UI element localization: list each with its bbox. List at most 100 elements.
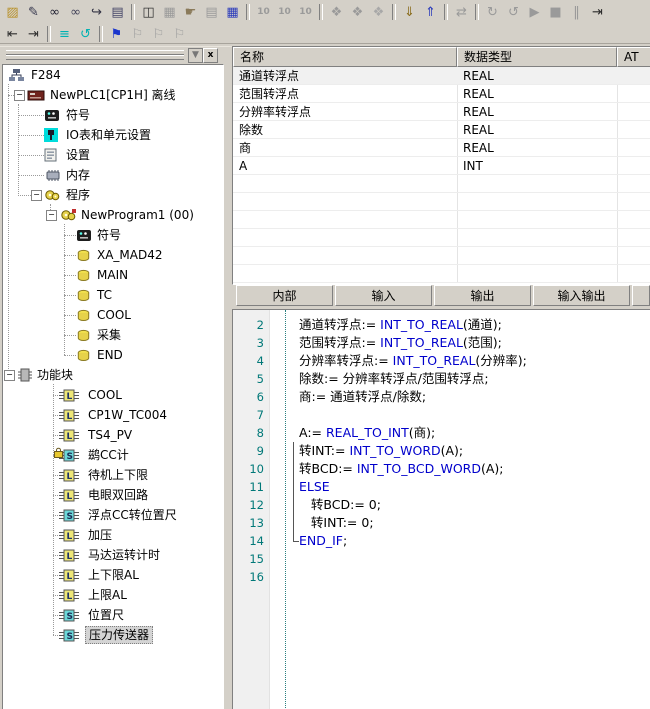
- table-row[interactable]: 商REAL: [233, 139, 650, 157]
- table-empty-row[interactable]: [233, 247, 650, 265]
- run-to-end-icon[interactable]: ⇥: [587, 3, 608, 21]
- verify-icon[interactable]: ⇄: [451, 3, 472, 21]
- goto-icon[interactable]: ↪: [86, 3, 107, 21]
- var-type-cell: REAL: [457, 121, 623, 139]
- bookmark-gray3-icon[interactable]: ⚐: [169, 25, 190, 43]
- run-icon[interactable]: ▶: [524, 3, 545, 21]
- grid-icon[interactable]: ▦: [159, 3, 180, 21]
- table-row[interactable]: AINT: [233, 157, 650, 175]
- tree-item[interactable]: MAIN: [3, 265, 223, 285]
- table-empty-row[interactable]: [233, 229, 650, 247]
- tree-item[interactable]: 内存: [3, 165, 223, 185]
- edit-icon[interactable]: ✎: [23, 3, 44, 21]
- tree-item[interactable]: S位置尺: [3, 605, 223, 625]
- paste-icon[interactable]: ▨: [2, 3, 23, 21]
- table-row[interactable]: 通道转浮点REAL: [233, 67, 650, 85]
- work-online-icon[interactable]: ↻: [482, 3, 503, 21]
- tree-item[interactable]: LCP1W_TC004: [3, 405, 223, 425]
- fb-l-icon: L: [58, 528, 79, 542]
- project-tree[interactable]: F284−NewPLC1[CP1H] 离线符号IO表和单元设置设置内存−程序−N…: [2, 64, 224, 709]
- tree-item[interactable]: LTS4_PV: [3, 425, 223, 445]
- tree-item[interactable]: L电眼双回路: [3, 485, 223, 505]
- time-chart-icon[interactable]: ❖: [368, 3, 389, 21]
- window-icon[interactable]: ◫: [138, 3, 159, 21]
- tree-item[interactable]: 采集: [3, 325, 223, 345]
- st-code-text: 转BCD:=: [299, 461, 357, 476]
- monitor-mode-icon[interactable]: ↺: [503, 3, 524, 21]
- var-tab-internal[interactable]: 内部: [236, 285, 333, 306]
- expand-toggle[interactable]: −: [31, 190, 42, 201]
- revert-list-icon[interactable]: ↺: [75, 25, 96, 43]
- io-dialog-icon[interactable]: ▦: [222, 3, 243, 21]
- tree-item[interactable]: XA_MAD42: [3, 245, 223, 265]
- var-tab-input[interactable]: 输入: [335, 285, 432, 306]
- table-row[interactable]: 范围转浮点REAL: [233, 85, 650, 103]
- tree-item-label: 功能块: [34, 367, 76, 383]
- tree-item[interactable]: 设置: [3, 145, 223, 165]
- table-empty-row[interactable]: [233, 265, 650, 283]
- column-header[interactable]: AT: [617, 47, 650, 67]
- tree-item-label: 电眼双回路: [85, 487, 151, 503]
- tree-item[interactable]: S浮点CC转位置尺: [3, 505, 223, 525]
- watch2-icon[interactable]: 10: [274, 3, 295, 21]
- tree-item[interactable]: L马达运转计时: [3, 545, 223, 565]
- tree-item[interactable]: TC: [3, 285, 223, 305]
- expand-toggle[interactable]: −: [46, 210, 57, 221]
- table-empty-row[interactable]: [233, 211, 650, 229]
- find-replace-icon[interactable]: ∞: [65, 3, 86, 21]
- tree-item[interactable]: L上下限AL: [3, 565, 223, 585]
- watch-icon[interactable]: 10: [253, 3, 274, 21]
- diff-monitor-icon[interactable]: ❖: [347, 3, 368, 21]
- var-tab-inout[interactable]: 输入输出: [533, 285, 630, 306]
- tree-item[interactable]: LCOOL: [3, 385, 223, 405]
- workspace-close-button[interactable]: x: [203, 48, 218, 63]
- outdent-icon[interactable]: ⇤: [2, 25, 23, 43]
- tree-item[interactable]: 符号: [3, 105, 223, 125]
- st-keyword: INT_TO_REAL: [380, 335, 463, 350]
- tree-item[interactable]: −NewProgram1 (00): [3, 205, 223, 225]
- tree-connector: [64, 335, 76, 337]
- tree-item[interactable]: COOL: [3, 305, 223, 325]
- tree-item[interactable]: S鹚CC计: [3, 445, 223, 465]
- st-code-editor[interactable]: 2通道转浮点:= INT_TO_REAL(通道);3范围转浮点:= INT_TO…: [232, 309, 650, 709]
- download-to-plc-icon[interactable]: ⇓: [399, 3, 420, 21]
- var-tab-output[interactable]: 输出: [434, 285, 531, 306]
- workspace-dropdown-button[interactable]: ▼: [188, 48, 203, 63]
- table-row[interactable]: 除数REAL: [233, 121, 650, 139]
- tree-item[interactable]: IO表和单元设置: [3, 125, 223, 145]
- st-code-text: 转BCD:= 0;: [299, 497, 381, 512]
- bookmark-gray-icon[interactable]: ⚐: [127, 25, 148, 43]
- list-icon[interactable]: ▤: [201, 3, 222, 21]
- hand-point-icon[interactable]: ☛: [180, 3, 201, 21]
- watch3-icon[interactable]: 10: [295, 3, 316, 21]
- indent-icon[interactable]: ⇥: [23, 25, 44, 43]
- tree-item[interactable]: −程序: [3, 185, 223, 205]
- tree-item[interactable]: S压力传送器: [3, 625, 223, 645]
- variable-tab-partial[interactable]: [632, 285, 650, 306]
- stop-icon[interactable]: ■: [545, 3, 566, 21]
- tree-item[interactable]: END: [3, 345, 223, 365]
- column-header[interactable]: 名称: [233, 47, 457, 67]
- table-row[interactable]: 分辨率转浮点REAL: [233, 103, 650, 121]
- table-empty-row[interactable]: [233, 175, 650, 193]
- expand-toggle[interactable]: −: [4, 370, 15, 381]
- bookmark-icon[interactable]: ⚑: [106, 25, 127, 43]
- find-icon[interactable]: ∞: [44, 3, 65, 21]
- monitor-icon[interactable]: ❖: [326, 3, 347, 21]
- column-header[interactable]: 数据类型: [457, 47, 617, 67]
- tree-item[interactable]: L上限AL: [3, 585, 223, 605]
- tree-item[interactable]: −NewPLC1[CP1H] 离线: [3, 85, 223, 105]
- table-empty-row[interactable]: [233, 193, 650, 211]
- bookmark-gray2-icon[interactable]: ⚐: [148, 25, 169, 43]
- tree-item[interactable]: 符号: [3, 225, 223, 245]
- tree-item[interactable]: F284: [3, 65, 223, 85]
- tree-item[interactable]: − 功能块: [3, 365, 223, 385]
- chevron-down-icon: ▼: [192, 51, 199, 60]
- align-list-icon[interactable]: ≡: [54, 25, 75, 43]
- expand-toggle[interactable]: −: [14, 90, 25, 101]
- tree-item[interactable]: L待机上下限: [3, 465, 223, 485]
- properties-icon[interactable]: ▤: [107, 3, 128, 21]
- tree-item[interactable]: L加压: [3, 525, 223, 545]
- pause-icon[interactable]: ‖: [566, 3, 587, 21]
- upload-from-plc-icon[interactable]: ⇑: [420, 3, 441, 21]
